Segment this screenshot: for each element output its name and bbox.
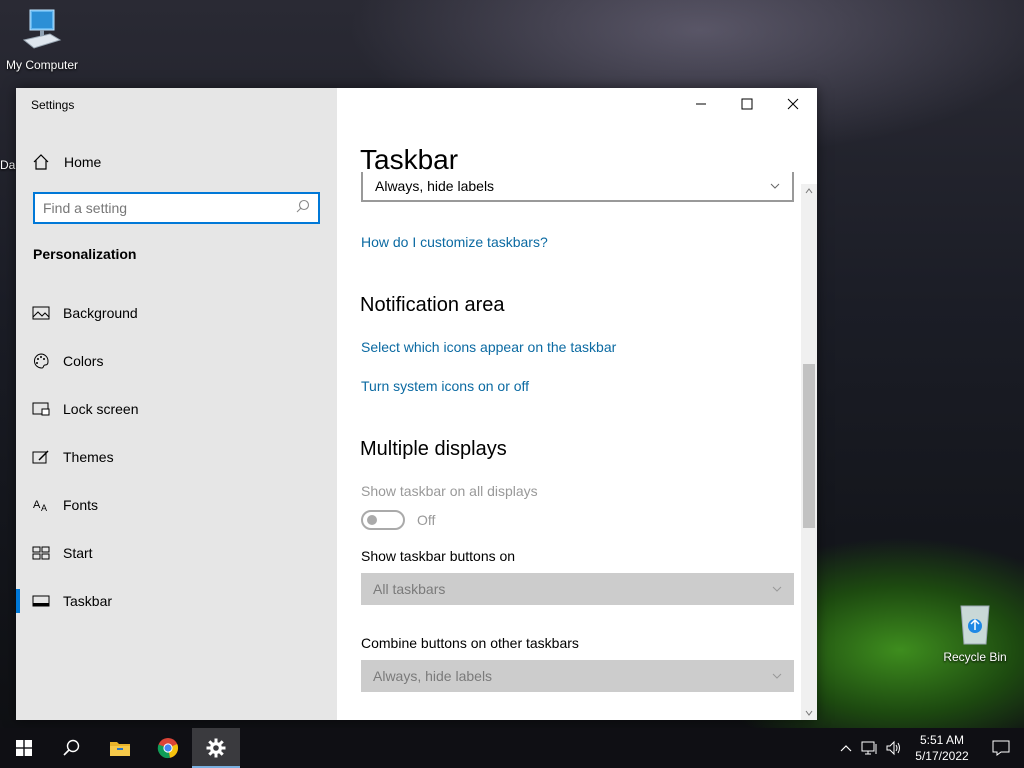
- home-icon: [32, 153, 50, 171]
- maximize-button[interactable]: [724, 88, 770, 120]
- taskbar: 5:51 AM 5/17/2022: [0, 728, 1024, 768]
- home-nav-item[interactable]: Home: [32, 150, 101, 174]
- nav-item-taskbar[interactable]: Taskbar: [16, 577, 337, 625]
- recycle-bin-icon[interactable]: Recycle Bin: [933, 602, 1017, 664]
- nav-item-fonts[interactable]: AA Fonts: [16, 481, 337, 529]
- fonts-icon: AA: [32, 496, 50, 514]
- start-icon: [32, 544, 50, 562]
- network-icon: [861, 741, 877, 755]
- combine-buttons-dropdown[interactable]: Always, hide labels: [361, 172, 794, 202]
- maximize-icon: [741, 98, 753, 110]
- search-icon: [63, 739, 80, 756]
- customize-taskbars-link[interactable]: How do I customize taskbars?: [361, 234, 548, 250]
- svg-text:A: A: [41, 503, 47, 513]
- toggle-state-label: Off: [417, 512, 436, 528]
- nav-item-lock-screen[interactable]: Lock screen: [16, 385, 337, 433]
- notification-icon: [992, 740, 1010, 756]
- multiple-displays-heading: Multiple displays: [360, 438, 507, 460]
- settings-taskbar-button[interactable]: [192, 728, 240, 768]
- nav-list: Background Colors Lock screen Themes A A…: [16, 289, 337, 625]
- file-explorer-button[interactable]: [96, 728, 144, 768]
- themes-icon: [32, 448, 50, 466]
- minimize-icon: [696, 103, 706, 105]
- chevron-up-icon: [840, 745, 852, 752]
- toggle-knob: [367, 515, 377, 525]
- search-input[interactable]: [43, 200, 296, 216]
- select-icons-link[interactable]: Select which icons appear on the taskbar: [361, 339, 616, 355]
- clock-date: 5/17/2022: [915, 749, 969, 763]
- settings-content-pane: Taskbar Always, hide labels How do I cus…: [337, 88, 817, 720]
- nav-item-label: Colors: [63, 353, 104, 369]
- nav-item-label: Fonts: [63, 497, 99, 513]
- close-icon: [787, 98, 799, 110]
- search-icon[interactable]: [296, 199, 310, 218]
- home-label: Home: [64, 154, 102, 170]
- trash-bin-icon: [960, 605, 990, 645]
- minimize-button[interactable]: [678, 88, 724, 120]
- clock-time: 5:51 AM: [919, 733, 965, 747]
- picture-icon: [32, 304, 50, 322]
- clock[interactable]: 5:51 AM 5/17/2022: [906, 732, 978, 764]
- app-title: Settings: [31, 98, 75, 112]
- my-computer-label: My Computer: [5, 58, 79, 72]
- show-all-displays-toggle-row: Off: [361, 510, 435, 530]
- partial-desktop-label: Da: [0, 158, 16, 172]
- nav-item-label: Taskbar: [63, 593, 113, 609]
- chrome-button[interactable]: [144, 728, 192, 768]
- close-button[interactable]: [770, 88, 816, 120]
- settings-window: Settings Home Personalization Background: [16, 88, 817, 720]
- network-button[interactable]: [858, 728, 882, 768]
- show-all-displays-label: Show taskbar on all displays: [361, 483, 538, 499]
- search-box[interactable]: [33, 192, 320, 224]
- settings-nav-pane: Settings Home Personalization Background: [16, 88, 337, 720]
- combine-buttons-value: Always, hide labels: [375, 178, 495, 194]
- nav-item-label: Background: [63, 305, 138, 321]
- combine-other-dropdown[interactable]: Always, hide labels: [361, 660, 794, 692]
- nav-item-label: Lock screen: [63, 401, 139, 417]
- chevron-down-icon: [805, 710, 813, 716]
- notification-area-heading: Notification area: [360, 294, 505, 316]
- nav-item-label: Start: [63, 545, 93, 561]
- scroll-down-button[interactable]: [801, 706, 817, 720]
- nav-item-background[interactable]: Background: [16, 289, 337, 337]
- chevron-down-icon: [772, 673, 782, 679]
- chevron-up-icon: [805, 188, 813, 194]
- gear-icon: [206, 738, 226, 758]
- combine-other-label: Combine buttons on other taskbars: [361, 635, 579, 651]
- nav-item-label: Themes: [63, 449, 114, 465]
- search-taskbar-button[interactable]: [48, 728, 96, 768]
- chevron-down-icon: [770, 183, 780, 189]
- lock-screen-icon: [32, 400, 50, 418]
- nav-item-themes[interactable]: Themes: [16, 433, 337, 481]
- folder-icon: [110, 742, 130, 756]
- content-scrollbar[interactable]: [801, 184, 817, 720]
- windows-logo-icon: [16, 740, 32, 756]
- scroll-up-button[interactable]: [801, 184, 817, 198]
- chevron-down-icon: [772, 586, 782, 592]
- show-hidden-icons-button[interactable]: [834, 728, 858, 768]
- my-computer-icon[interactable]: My Computer: [0, 8, 84, 72]
- system-icons-link[interactable]: Turn system icons on or off: [361, 378, 529, 394]
- show-buttons-on-value: All taskbars: [373, 581, 446, 597]
- recycle-bin-label: Recycle Bin: [943, 650, 1007, 664]
- nav-item-colors[interactable]: Colors: [16, 337, 337, 385]
- show-buttons-on-dropdown[interactable]: All taskbars: [361, 573, 794, 605]
- combine-other-value: Always, hide labels: [373, 668, 493, 684]
- scroll-thumb[interactable]: [803, 364, 815, 528]
- computer-icon: [22, 9, 62, 49]
- action-center-button[interactable]: [978, 728, 1024, 768]
- speaker-icon: [886, 740, 900, 756]
- volume-button[interactable]: [882, 728, 906, 768]
- taskbar-icon: [32, 592, 50, 610]
- system-tray: 5:51 AM 5/17/2022: [834, 728, 1024, 768]
- show-all-displays-toggle[interactable]: [361, 510, 405, 530]
- chrome-icon: [157, 738, 179, 759]
- show-buttons-on-label: Show taskbar buttons on: [361, 548, 516, 564]
- svg-text:A: A: [33, 499, 41, 511]
- palette-icon: [32, 352, 50, 370]
- nav-item-start[interactable]: Start: [16, 529, 337, 577]
- section-title: Personalization: [33, 246, 137, 262]
- start-button[interactable]: [0, 728, 48, 768]
